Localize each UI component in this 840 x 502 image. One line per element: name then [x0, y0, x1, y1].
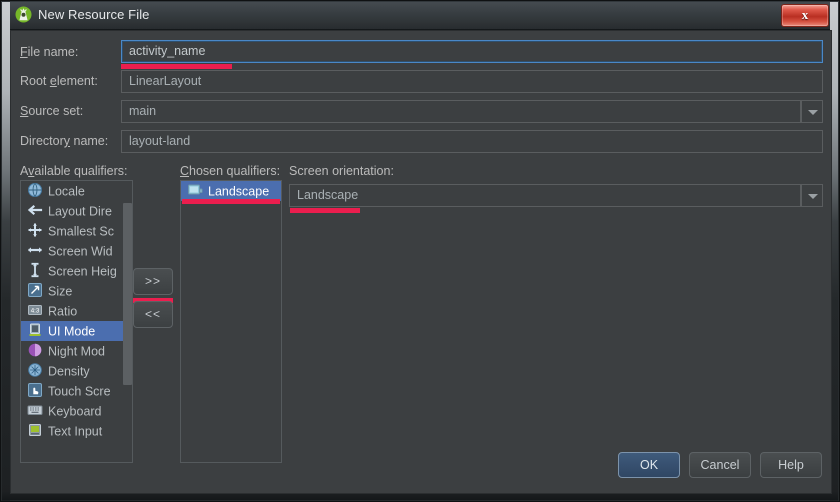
directory-name-label: Directory name: [20, 134, 109, 148]
window-frame-left [2, 2, 10, 501]
add-qualifier-button[interactable]: >> [133, 268, 173, 295]
landscape-icon [187, 182, 203, 198]
available-qualifiers-label: Available qualifiers: [20, 164, 128, 178]
available-qualifier-label: Ratio [48, 304, 78, 319]
keyboard-icon [27, 402, 43, 418]
close-icon: x [801, 7, 809, 22]
remove-qualifier-button[interactable]: << [133, 301, 173, 328]
available-qualifier-smallest-sc[interactable]: Smallest Sc [21, 221, 132, 241]
available-qualifiers-list[interactable]: Locale Layout Dire Smallest Sc Screen Wid Sc… [20, 180, 133, 463]
available-qualifier-ui-mode[interactable]: UI Mode [21, 321, 132, 341]
source-set-combo[interactable]: main [121, 100, 801, 123]
available-qualifier-label: Density [48, 364, 90, 379]
chosen-qualifier-landscape[interactable]: Landscape [181, 181, 281, 201]
source-set-dropdown-button[interactable] [801, 100, 823, 123]
source-set-label: Source set: [20, 104, 84, 118]
touch-screen-icon [27, 382, 43, 398]
title-bar: New Resource File x [2, 2, 838, 30]
screen-orientation-combo[interactable]: Landscape [289, 184, 801, 207]
available-qualifier-label: Screen Wid [48, 244, 113, 259]
ok-button[interactable]: OK [618, 452, 680, 478]
available-list-scrollbar-track[interactable] [123, 181, 132, 462]
available-qualifier-label: Layout Dire [48, 204, 112, 219]
close-button[interactable]: x [781, 4, 829, 27]
available-list-scrollbar-thumb[interactable] [123, 203, 132, 385]
annotation-chosen-qualifier [182, 199, 280, 204]
available-qualifier-label: Size [48, 284, 73, 299]
ratio-icon: 4:3 [27, 302, 43, 318]
available-qualifier-label: Touch Scre [48, 384, 111, 399]
dialog-window: New Resource File x File name: activity_… [0, 0, 840, 502]
dialog-body: File name: activity_name Root element: L… [10, 30, 832, 494]
file-name-label: File name: [20, 45, 79, 59]
available-qualifier-keyboard[interactable]: Keyboard [21, 401, 132, 421]
chosen-qualifier-label: Landscape [208, 184, 270, 199]
svg-text:4:3: 4:3 [31, 308, 40, 315]
available-qualifier-locale[interactable]: Locale [21, 181, 132, 201]
root-element-input[interactable]: LinearLayout [121, 70, 823, 93]
globe-icon [27, 182, 43, 198]
available-qualifier-night-mod[interactable]: Night Mod [21, 341, 132, 361]
available-qualifier-text-input[interactable]: Text Input [21, 421, 132, 441]
directory-name-input[interactable]: layout-land [121, 130, 823, 153]
annotation-file-name [121, 64, 232, 69]
window-title: New Resource File [38, 7, 150, 22]
chevron-down-icon [808, 194, 818, 199]
root-element-label: Root element: [20, 74, 98, 88]
available-qualifier-screen-wid[interactable]: Screen Wid [21, 241, 132, 261]
available-qualifier-label: Smallest Sc [48, 224, 114, 239]
chosen-qualifiers-label: Chosen qualifiers: [180, 164, 281, 178]
smallest-screen-width-icon [27, 222, 43, 238]
night-mode-icon [27, 342, 43, 358]
chosen-qualifiers-list[interactable]: Landscape [180, 180, 282, 463]
available-qualifier-screen-heig[interactable]: Screen Heig [21, 261, 132, 281]
available-qualifier-label: Locale [48, 184, 85, 199]
screen-height-icon [27, 262, 43, 278]
ui-mode-icon [27, 322, 43, 338]
available-qualifier-touch-scre[interactable]: Touch Scre [21, 381, 132, 401]
screen-orientation-label: Screen orientation: [289, 164, 394, 178]
available-qualifier-density[interactable]: Density [21, 361, 132, 381]
annotation-screen-orientation [290, 208, 360, 213]
available-qualifier-label: Screen Heig [48, 264, 117, 279]
chevron-down-icon [808, 110, 818, 115]
file-name-input[interactable]: activity_name [121, 40, 823, 63]
help-button[interactable]: Help [760, 452, 822, 478]
available-qualifier-label: Text Input [48, 424, 103, 439]
size-icon [27, 282, 43, 298]
cancel-button[interactable]: Cancel [689, 452, 751, 478]
available-qualifier-label: Night Mod [48, 344, 105, 359]
density-icon [27, 362, 43, 378]
android-studio-icon [15, 6, 32, 23]
available-qualifier-size[interactable]: Size [21, 281, 132, 301]
available-qualifier-label: UI Mode [48, 324, 96, 339]
available-qualifier-label: Keyboard [48, 404, 102, 419]
available-qualifier-ratio[interactable]: 4:3 Ratio [21, 301, 132, 321]
available-qualifier-layout-dire[interactable]: Layout Dire [21, 201, 132, 221]
screen-orientation-dropdown-button[interactable] [801, 184, 823, 207]
layout-direction-icon [27, 202, 43, 218]
text-input-icon [27, 422, 43, 438]
screen-width-icon [27, 242, 43, 258]
